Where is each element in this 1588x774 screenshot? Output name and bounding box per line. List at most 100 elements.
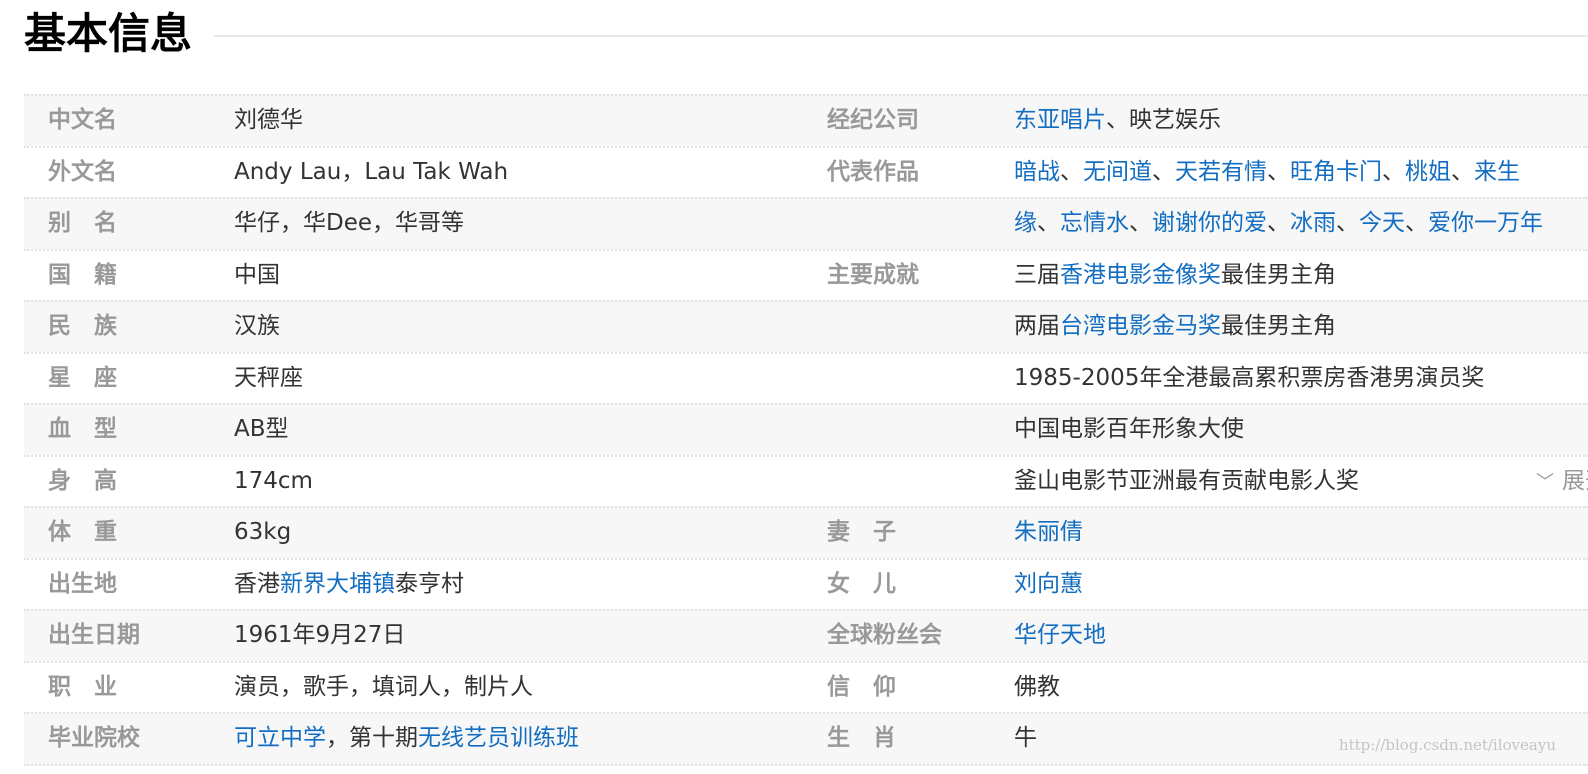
right-field-label: 妻 子 [827,519,896,545]
info-link[interactable]: 无间道 [1083,159,1152,185]
section-header: 基本信息 [24,0,1588,66]
info-link[interactable]: 台湾电影金马奖 [1060,313,1221,339]
info-link[interactable]: 冰雨 [1290,210,1336,236]
right-field-label: 全球粉丝会 [827,622,942,648]
left-field-label: 民 族 [48,313,117,339]
info-text: 、 [1267,158,1290,185]
info-text: 1985-2005年全港最高累积票房香港男演员奖 [1014,364,1485,391]
right-field-label: 主要成就 [827,261,919,288]
left-field-label: 别 名 [48,210,117,236]
info-text: 、 [1336,210,1359,236]
info-link[interactable]: 旺角卡门 [1290,159,1382,185]
info-link[interactable]: 暗战 [1014,159,1060,185]
info-link[interactable]: 爱你一万年 [1428,210,1543,236]
info-text: 、 [1451,158,1474,185]
info-link[interactable]: 可立中学 [234,725,326,751]
info-text: 佛教 [1014,673,1060,700]
right-field-value: 刘向蕙 [1014,560,1083,610]
left-field-value: 香港新界大埔镇泰亨村 [234,560,464,610]
info-row: 出生地 香港新界大埔镇泰亨村 女 儿 刘向蕙 [24,557,1588,610]
info-text: 174cm [234,467,313,494]
info-row: 出生日期 1961年9月27日 全球粉丝会 华仔天地 [24,609,1588,661]
right-field-value: 两届台湾电影金马奖最佳男主角 [1014,302,1336,352]
info-row: 外文名 Andy Lau，Lau Tak Wah 代表作品 暗战、无间道、天若有情、旺… [24,145,1588,198]
left-field-value: 汉族 [234,302,280,352]
info-text: 刘德华 [234,107,303,133]
right-field-label: 信 仰 [827,673,896,700]
info-text: Andy Lau，Lau Tak Wah [234,158,509,185]
right-field-value: 缘、忘情水、谢谢你的爱、冰雨、今天、爱你一万年 [1014,199,1543,249]
left-field-label: 中文名 [48,107,117,133]
info-text: 香港 [234,570,280,597]
expand-button[interactable]: ﹀ 展开 [1536,457,1588,508]
info-link[interactable]: 忘情水 [1060,210,1129,236]
info-link[interactable]: 华仔天地 [1014,622,1106,648]
info-link[interactable]: 谢谢你的爱 [1152,210,1267,236]
info-row: 国 籍 中国 主要成就 三届香港电影金像奖最佳男主角 [24,248,1588,301]
left-field-value: 演员，歌手，填词人，制片人 [234,663,533,713]
info-text: AB型 [234,416,289,442]
left-field-value: 63kg [234,508,291,558]
left-field-label: 出生地 [48,570,117,597]
right-field-value: 佛教 [1014,663,1060,713]
info-text: 63kg [234,519,292,545]
section-title: 基本信息 [24,9,193,58]
info-row: 别 名 华仔，华Dee，华哥等 缘、忘情水、谢谢你的爱、冰雨、今天、爱你一万年 [24,197,1588,249]
info-link[interactable]: 香港电影金像奖 [1060,262,1221,288]
left-field-label: 身 高 [48,467,117,494]
info-link[interactable]: 来生 [1474,159,1520,185]
info-text: ，第十期 [326,725,418,751]
right-field-value: 三届香港电影金像奖最佳男主角 [1014,251,1336,301]
right-field-value: 华仔天地 [1014,611,1106,661]
info-text: 、 [1037,210,1060,236]
info-link[interactable]: 天若有情 [1175,159,1267,185]
info-text: 天秤座 [234,364,303,391]
info-link[interactable]: 无线艺员训练班 [418,725,579,751]
info-text: 、映艺娱乐 [1106,107,1221,133]
left-field-label: 出生日期 [48,622,140,648]
left-field-value: AB型 [234,405,289,455]
info-link[interactable]: 朱丽倩 [1014,519,1083,545]
info-text: 、 [1060,158,1083,185]
info-link[interactable]: 新界大埔镇 [280,571,395,597]
left-field-label: 职 业 [48,673,117,700]
info-link[interactable]: 东亚唱片 [1014,107,1106,133]
info-row: 身 高 174cm 釜山电影节亚洲最有贡献电影人奖 ﹀ 展开 [24,454,1588,508]
info-text: 最佳男主角 [1221,261,1336,288]
expand-label: 展开 [1562,467,1588,494]
left-field-value: 中国 [234,251,280,301]
info-text: 两届 [1014,313,1060,339]
info-text: 华仔，华Dee，华哥等 [234,210,465,236]
info-text: 、 [1405,210,1428,236]
left-field-label: 血 型 [48,416,117,442]
info-link[interactable]: 刘向蕙 [1014,571,1083,597]
info-link[interactable]: 今天 [1359,210,1405,236]
info-row: 星 座 天秤座 1985-2005年全港最高累积票房香港男演员奖 [24,351,1588,404]
info-row: 中文名 刘德华 经纪公司 东亚唱片、映艺娱乐 [24,94,1588,146]
info-text: 三届 [1014,261,1060,288]
left-field-label: 星 座 [48,364,117,391]
left-field-value: Andy Lau，Lau Tak Wah [234,148,508,198]
info-row: 职 业 演员，歌手，填词人，制片人 信 仰 佛教 [24,660,1588,713]
header-divider [214,35,1588,37]
watermark: http://blog.csdn.net/iloveayu [1338,736,1556,754]
info-row: 血 型 AB型 中国电影百年形象大使 [24,403,1588,455]
info-link[interactable]: 缘 [1014,210,1037,236]
info-text: 中国 [234,261,280,288]
info-row: 民 族 汉族 两届台湾电影金马奖最佳男主角 [24,300,1588,352]
right-field-label: 生 肖 [827,725,896,751]
info-text: 泰亨村 [395,570,464,597]
right-field-value: 牛 [1014,714,1037,764]
left-field-label: 国 籍 [48,261,117,288]
right-field-label: 经纪公司 [827,107,919,133]
info-text: 、 [1267,210,1290,236]
right-field-label: 代表作品 [827,158,919,185]
right-field-value: 暗战、无间道、天若有情、旺角卡门、桃姐、来生 [1014,148,1520,198]
right-field-label: 女 儿 [827,570,896,597]
right-field-value: 釜山电影节亚洲最有贡献电影人奖 [1014,457,1359,507]
left-field-value: 华仔，华Dee，华哥等 [234,199,464,249]
left-field-label: 毕业院校 [48,725,140,751]
info-link[interactable]: 桃姐 [1405,159,1451,185]
info-row: 体 重 63kg 妻 子 朱丽倩 [24,506,1588,558]
left-field-label: 外文名 [48,158,117,185]
